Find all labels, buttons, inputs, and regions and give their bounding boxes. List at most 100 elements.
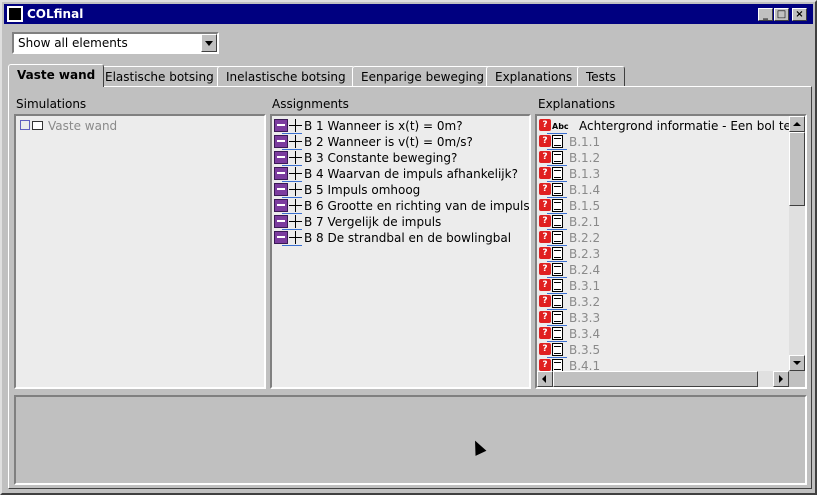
list-item[interactable]: ? B.3.1 xyxy=(539,278,789,294)
help-icon: ? xyxy=(539,279,551,291)
assignment-label: B 2 Wanneer is v(t) = 0m/s? xyxy=(304,135,473,149)
assignment-label: B 1 Wanneer is x(t) = 0m? xyxy=(304,119,463,133)
image-icon xyxy=(274,135,288,148)
tab-inelastische-botsing[interactable]: Inelastische botsing xyxy=(217,66,355,86)
document-icon xyxy=(552,327,563,340)
explanation-label: Achtergrond informatie - Een bol tege xyxy=(579,119,806,133)
move-icon xyxy=(289,199,303,212)
vertical-scrollbar[interactable] xyxy=(789,116,805,371)
list-item[interactable]: B 1 Wanneer is x(t) = 0m? xyxy=(274,118,529,134)
scroll-left-button[interactable] xyxy=(537,371,553,387)
window-title: COLfinal xyxy=(27,7,84,21)
help-icon: ? xyxy=(539,311,551,323)
filter-select[interactable]: Show all elements xyxy=(12,32,219,54)
chevron-down-icon[interactable] xyxy=(201,34,217,52)
list-item[interactable]: ? B.2.4 xyxy=(539,262,789,278)
explanation-label: B.1.4 xyxy=(569,183,601,197)
list-item[interactable]: ? Abc Achtergrond informatie - Een bol teg… xyxy=(539,118,805,134)
document-icon xyxy=(552,215,563,228)
list-item[interactable]: B 5 Impuls omhoog xyxy=(274,182,529,198)
assignment-label: B 8 De strandbal en de bowlingbal xyxy=(304,231,512,245)
help-icon: ? xyxy=(539,247,551,259)
image-icon xyxy=(274,215,288,228)
document-icon xyxy=(552,151,563,164)
document-icon xyxy=(552,247,563,260)
list-item[interactable]: ? B.3.4 xyxy=(539,326,789,342)
simulations-list[interactable]: Vaste wand xyxy=(14,114,266,389)
tree-node-icon xyxy=(20,120,30,130)
scroll-down-button[interactable] xyxy=(789,355,805,371)
scrollbar-corner xyxy=(789,371,805,387)
help-icon: ? xyxy=(539,167,551,179)
list-item[interactable]: ? B.1.1 xyxy=(539,134,789,150)
scroll-right-button[interactable] xyxy=(773,371,789,387)
explanation-label: B.1.2 xyxy=(569,151,601,165)
list-item[interactable]: B 8 De strandbal en de bowlingbal xyxy=(274,230,529,246)
horizontal-scrollbar[interactable] xyxy=(537,371,789,387)
maximize-button[interactable]: □ xyxy=(774,8,789,21)
tab-tests[interactable]: Tests xyxy=(577,66,625,86)
tab-explanations[interactable]: Explanations xyxy=(486,66,582,86)
vertical-scroll-thumb[interactable] xyxy=(789,132,805,206)
help-icon: ? xyxy=(539,343,551,355)
list-item[interactable]: ? B.2.3 xyxy=(539,246,789,262)
help-icon: ? xyxy=(539,215,551,227)
list-item[interactable]: ? B.1.4 xyxy=(539,182,789,198)
list-item[interactable]: ? B.1.5 xyxy=(539,198,789,214)
image-icon xyxy=(274,199,288,212)
image-icon xyxy=(274,167,288,180)
scroll-up-button[interactable] xyxy=(789,116,805,132)
document-icon xyxy=(552,311,563,324)
explanation-label: B.2.1 xyxy=(569,215,601,229)
document-icon xyxy=(552,343,563,356)
explanations-list[interactable]: ? Abc Achtergrond informatie - Een bol teg… xyxy=(535,114,807,389)
list-item[interactable]: ? B.2.1 xyxy=(539,214,789,230)
list-item[interactable]: ? B.2.2 xyxy=(539,230,789,246)
move-icon xyxy=(289,215,303,228)
list-item[interactable]: ? B.3.2 xyxy=(539,294,789,310)
explanation-label: B.2.3 xyxy=(569,247,601,261)
minimize-button[interactable]: _ xyxy=(758,8,773,21)
list-item[interactable]: ? B.1.3 xyxy=(539,166,789,182)
list-item[interactable]: ? B.3.5 xyxy=(539,342,789,358)
list-item[interactable]: B 4 Waarvan de impuls afhankelijk? xyxy=(274,166,529,182)
explanation-label: B.3.2 xyxy=(569,295,601,309)
explanation-label: B.2.2 xyxy=(569,231,601,245)
assignments-list[interactable]: B 1 Wanneer is x(t) = 0m? B 2 Wanneer is… xyxy=(270,114,531,389)
image-icon xyxy=(274,151,288,164)
help-icon: ? xyxy=(539,119,551,131)
move-icon xyxy=(289,183,303,196)
list-item[interactable]: B 3 Constante beweging? xyxy=(274,150,529,166)
assignment-label: B 5 Impuls omhoog xyxy=(304,183,421,197)
close-button[interactable]: × xyxy=(792,8,807,21)
app-window: COLfinal _ □ × Show all elements Vaste w… xyxy=(0,0,817,495)
title-bar[interactable]: COLfinal _ □ × xyxy=(4,4,813,24)
help-icon: ? xyxy=(539,327,551,339)
assignment-label: B 6 Grootte en richting van de impuls xyxy=(304,199,530,213)
list-item[interactable]: B 2 Wanneer is v(t) = 0m/s? xyxy=(274,134,529,150)
simulation-label: Vaste wand xyxy=(48,119,118,133)
explanation-label: B.3.3 xyxy=(569,311,601,325)
list-item[interactable]: B 7 Vergelijk de impuls xyxy=(274,214,529,230)
move-icon xyxy=(289,231,303,244)
help-icon: ? xyxy=(539,295,551,307)
document-icon xyxy=(552,231,563,244)
list-item[interactable]: ? B.3.3 xyxy=(539,310,789,326)
list-item[interactable]: ? B.1.2 xyxy=(539,150,789,166)
move-icon xyxy=(289,151,303,164)
explanation-label: B.3.1 xyxy=(569,279,601,293)
list-item[interactable]: B 6 Grootte en richting van de impuls xyxy=(274,198,529,214)
image-icon xyxy=(274,231,288,244)
detail-panel xyxy=(14,395,807,485)
filter-select-value: Show all elements xyxy=(18,36,128,50)
help-icon: ? xyxy=(539,135,551,147)
tab-elastische-botsing[interactable]: Elastische botsing xyxy=(96,66,223,86)
assignment-label: B 3 Constante beweging? xyxy=(304,151,458,165)
tab-eenparige-beweging[interactable]: Eenparige beweging xyxy=(352,66,493,86)
simulation-item[interactable]: Vaste wand xyxy=(18,118,258,134)
simulations-label: Simulations xyxy=(16,97,87,111)
explanation-label: B.1.3 xyxy=(569,167,601,181)
horizontal-scroll-thumb[interactable] xyxy=(553,371,758,387)
tab-vaste-wand[interactable]: Vaste wand xyxy=(8,64,105,87)
explanation-label: B.1.1 xyxy=(569,135,601,149)
